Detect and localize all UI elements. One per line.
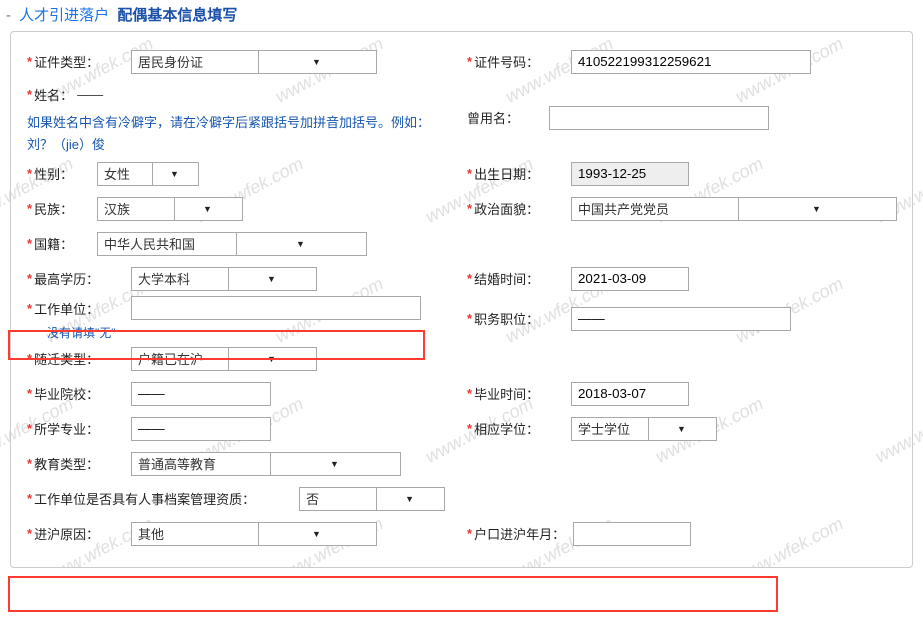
label-birth-date: 出生日期： [474, 164, 539, 183]
chevron-down-icon: ▼ [174, 198, 240, 220]
label-former-name: 曾用名： [467, 108, 519, 127]
highest-edu-select[interactable]: 大学本科 ▼ [131, 267, 317, 291]
label-edu-type: 教育类型： [34, 454, 99, 473]
chevron-down-icon: ▼ [648, 418, 714, 440]
reason-sh-value: 其他 [138, 524, 254, 543]
gender-select[interactable]: 女性 ▼ [97, 162, 199, 186]
name-value: —— [77, 87, 103, 102]
label-political: 政治面貌： [474, 199, 539, 218]
label-reason-sh: 进沪原因： [34, 524, 99, 543]
label-job-title: 职务职位： [474, 309, 539, 328]
job-title-input[interactable] [571, 307, 791, 331]
chevron-down-icon: ▼ [270, 453, 398, 475]
chevron-down-icon: ▼ [738, 198, 894, 220]
marriage-date-input[interactable] [571, 267, 689, 291]
id-type-value: 居民身份证 [138, 52, 254, 71]
highest-edu-value: 大学本科 [138, 269, 224, 288]
edu-type-select[interactable]: 普通高等教育 ▼ [131, 452, 401, 476]
archive-question-select[interactable]: 否 ▼ [299, 487, 445, 511]
label-grad-date: 毕业时间： [474, 384, 539, 403]
id-type-select[interactable]: 居民身份证 ▼ [131, 50, 377, 74]
grad-date-input[interactable] [571, 382, 689, 406]
label-id-number: 证件号码： [474, 52, 539, 71]
chevron-down-icon: ▼ [228, 268, 314, 290]
label-highest-edu: 最高学历： [34, 269, 99, 288]
form-container: *证件类型： 居民身份证 ▼ *证件号码： *姓名： —— 如果姓名中含有冷僻字… [10, 31, 913, 568]
chevron-down-icon: ▼ [236, 233, 364, 255]
work-unit-input[interactable] [131, 296, 421, 320]
reason-sh-select[interactable]: 其他 ▼ [131, 522, 377, 546]
birth-date-input[interactable] [571, 162, 689, 186]
label-move-type: 随迁类型： [34, 349, 99, 368]
chevron-down-icon: ▼ [152, 163, 196, 185]
label-archive-question: 工作单位是否具有人事档案管理资质： [34, 489, 255, 508]
label-work-unit: 工作单位： [34, 299, 99, 318]
work-unit-hint: 没有请填"无" [47, 324, 467, 341]
id-number-input[interactable] [571, 50, 811, 74]
ethnicity-select[interactable]: 汉族 ▼ [97, 197, 243, 221]
label-id-type: 证件类型： [34, 52, 99, 71]
nationality-value: 中华人民共和国 [104, 234, 232, 253]
label-degree: 相应学位： [474, 419, 539, 438]
chevron-down-icon: ▼ [258, 523, 374, 545]
archive-question-value: 否 [306, 489, 372, 508]
ethnicity-value: 汉族 [104, 199, 170, 218]
page-title: 配偶基本信息填写 [117, 7, 237, 24]
degree-select[interactable]: 学士学位 ▼ [571, 417, 717, 441]
chevron-down-icon: ▼ [376, 488, 442, 510]
chevron-down-icon: ▼ [228, 348, 314, 370]
nationality-select[interactable]: 中华人民共和国 ▼ [97, 232, 367, 256]
label-ethnicity: 民族： [34, 199, 73, 218]
label-name: 姓名： [34, 85, 73, 104]
label-marriage-date: 结婚时间： [474, 269, 539, 288]
hukou-date-input[interactable] [573, 522, 691, 546]
highlight-reason-row [8, 576, 778, 612]
political-value: 中国共产党党员 [578, 199, 734, 218]
label-major: 所学专业： [34, 419, 99, 438]
label-nationality: 国籍： [34, 234, 73, 253]
chevron-down-icon: ▼ [258, 51, 374, 73]
name-rare-char-hint: 如果姓名中含有冷僻字，请在冷僻字后紧跟括号加拼音加括号。例如：刘？（jie）俊 [27, 112, 447, 156]
former-name-input[interactable] [549, 106, 769, 130]
breadcrumb-section: 人才引进落户 [19, 7, 109, 24]
political-select[interactable]: 中国共产党党员 ▼ [571, 197, 897, 221]
label-gender: 性别： [34, 164, 73, 183]
move-type-value: 户籍已在沪 [138, 349, 224, 368]
major-input[interactable] [131, 417, 271, 441]
grad-school-input[interactable] [131, 382, 271, 406]
breadcrumb: - 人才引进落户 配偶基本信息填写 [0, 0, 923, 31]
gender-value: 女性 [104, 164, 148, 183]
edu-type-value: 普通高等教育 [138, 454, 266, 473]
move-type-select[interactable]: 户籍已在沪 ▼ [131, 347, 317, 371]
label-grad-school: 毕业院校： [34, 384, 99, 403]
degree-value: 学士学位 [578, 419, 644, 438]
label-hukou-date: 户口进沪年月： [474, 524, 565, 543]
